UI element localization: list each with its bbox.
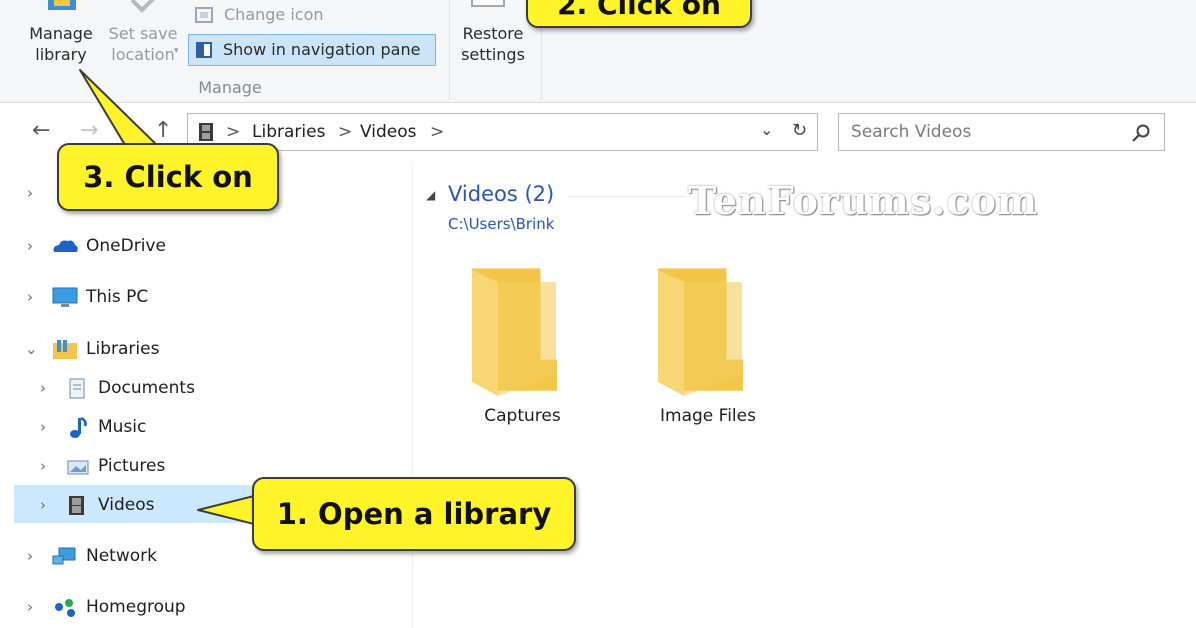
breadcrumb-separator: > bbox=[430, 122, 445, 142]
music-note-icon bbox=[70, 416, 87, 438]
callout-step-1: 1. Open a library bbox=[252, 477, 576, 551]
chevron-right-icon[interactable]: › bbox=[27, 279, 33, 315]
restore-settings-icon bbox=[471, 0, 505, 7]
change-icon-button[interactable]: Change icon bbox=[190, 2, 440, 28]
chevron-right-icon[interactable]: › bbox=[27, 184, 33, 202]
film-strip-icon bbox=[69, 496, 84, 515]
homegroup-icon bbox=[55, 599, 75, 617]
manage-library-icon bbox=[48, 0, 76, 10]
chevron-down-icon[interactable]: ⌄ bbox=[760, 120, 773, 139]
breadcrumb-videos[interactable]: Videos bbox=[360, 114, 417, 150]
save-location-icon bbox=[130, 0, 155, 13]
group-path[interactable]: C:\Users\Brink bbox=[448, 215, 554, 233]
change-icon-label: Change icon bbox=[224, 5, 324, 24]
nav-item-libraries[interactable]: ⌄ Libraries bbox=[14, 331, 404, 367]
search-icon[interactable] bbox=[1131, 123, 1151, 143]
folder-name: Captures bbox=[484, 406, 561, 426]
nav-item-label: This PC bbox=[86, 287, 149, 307]
chevron-right-icon[interactable]: › bbox=[27, 228, 33, 264]
set-save-location-button[interactable]: Set save location ▾ bbox=[100, 0, 186, 70]
film-strip-icon bbox=[199, 123, 213, 141]
chevron-right-icon[interactable]: › bbox=[27, 589, 33, 625]
nav-item-documents[interactable]: › Documents bbox=[14, 370, 404, 406]
nav-item-label: Documents bbox=[98, 378, 195, 398]
network-icon bbox=[52, 547, 76, 565]
folder-icon bbox=[657, 268, 743, 396]
show-in-navigation-pane-label: Show in navigation pane bbox=[223, 40, 421, 59]
chevron-right-icon[interactable]: › bbox=[40, 370, 46, 406]
chevron-down-icon: ▾ bbox=[174, 46, 179, 56]
address-bar[interactable]: > Libraries > Videos > ⌄ ↻ bbox=[187, 113, 818, 151]
chevron-right-icon[interactable]: › bbox=[40, 487, 46, 523]
nav-item-label: Music bbox=[98, 417, 147, 437]
onedrive-cloud-icon bbox=[53, 240, 78, 252]
nav-item-label: Network bbox=[86, 546, 157, 566]
chevron-right-icon[interactable]: › bbox=[27, 538, 33, 574]
manage-library-label: Manage library bbox=[29, 24, 93, 64]
nav-item-music[interactable]: › Music bbox=[14, 409, 404, 445]
nav-item-this-pc[interactable]: › This PC bbox=[14, 279, 404, 315]
callout-step-2: 2. Click on bbox=[526, 0, 752, 28]
folder-item[interactable]: Image Files bbox=[634, 258, 782, 438]
nav-item-label: Homegroup bbox=[86, 597, 186, 617]
chevron-right-icon[interactable]: › bbox=[40, 409, 46, 445]
manage-group-label: Manage bbox=[198, 78, 262, 97]
folder-item[interactable]: Captures bbox=[450, 258, 595, 438]
restore-settings-button[interactable]: Restore settings bbox=[454, 0, 532, 70]
watermark: TenForums.com bbox=[688, 178, 1039, 223]
folder-name: Image Files bbox=[660, 406, 756, 426]
chevron-down-icon[interactable]: ⌄ bbox=[25, 331, 38, 367]
search-box[interactable]: Search Videos bbox=[838, 113, 1165, 151]
nav-item-homegroup[interactable]: › Homegroup bbox=[14, 589, 404, 625]
search-input[interactable]: Search Videos bbox=[851, 114, 971, 150]
nav-item-label: OneDrive bbox=[86, 236, 166, 256]
nav-item-label: Libraries bbox=[86, 339, 160, 359]
nav-item-onedrive[interactable]: › OneDrive bbox=[14, 228, 404, 264]
callout-step-3: 3. Click on bbox=[57, 143, 279, 211]
group-header[interactable]: Videos (2) bbox=[448, 182, 554, 206]
restore-settings-label: Restore settings bbox=[461, 24, 525, 64]
chevron-right-icon[interactable]: › bbox=[40, 448, 46, 484]
documents-icon bbox=[69, 378, 85, 399]
pictures-icon bbox=[67, 460, 89, 475]
change-icon-icon bbox=[195, 7, 213, 23]
breadcrumb-separator: > bbox=[338, 122, 353, 142]
show-in-navigation-pane-button[interactable]: Show in navigation pane bbox=[188, 34, 436, 66]
refresh-icon[interactable]: ↻ bbox=[792, 120, 807, 141]
libraries-icon bbox=[53, 340, 77, 359]
nav-item-label: Videos bbox=[98, 495, 155, 515]
ribbon-group-divider bbox=[449, 0, 450, 100]
folder-icon bbox=[471, 268, 557, 396]
set-save-location-label: Set save location bbox=[108, 24, 178, 64]
collapse-group-icon[interactable]: ◢ bbox=[426, 188, 435, 202]
manage-library-button[interactable]: Manage library bbox=[22, 0, 100, 70]
pane-divider bbox=[412, 163, 413, 628]
show-in-navigation-pane-checkbox-icon bbox=[196, 42, 212, 58]
back-arrow-icon[interactable]: ← bbox=[32, 117, 50, 145]
group-header-line bbox=[568, 196, 686, 197]
monitor-icon bbox=[52, 287, 78, 307]
nav-item-label: Pictures bbox=[98, 456, 166, 476]
